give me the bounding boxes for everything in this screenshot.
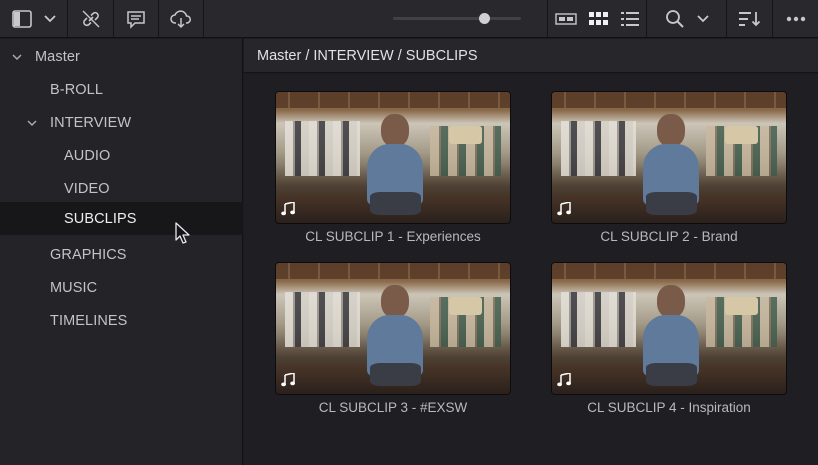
- music-note-icon: [281, 373, 295, 387]
- chevron-down-icon[interactable]: [696, 15, 709, 23]
- clip-thumbnail[interactable]: [275, 91, 511, 224]
- bin-sidebar: Master B-ROLL INTERVIEW AUDIO VIDEO SUBC…: [0, 39, 243, 465]
- clip-grid: CL SUBCLIP 1 - Experiences CL SUBCLIP 2 …: [244, 74, 818, 465]
- thumbnail-view-icon[interactable]: [589, 12, 609, 26]
- metadata-button[interactable]: [114, 0, 159, 38]
- search-group[interactable]: [647, 0, 727, 38]
- clip-thumbnail[interactable]: [551, 91, 787, 224]
- unlink-icon[interactable]: [81, 9, 101, 29]
- clip-thumbnail[interactable]: [275, 262, 511, 395]
- list-view-icon[interactable]: [621, 12, 639, 26]
- tree-item-interview[interactable]: INTERVIEW: [0, 106, 243, 139]
- music-note-icon: [557, 202, 571, 216]
- more-options-icon[interactable]: [786, 16, 806, 22]
- clip-name: CL SUBCLIP 2 - Brand: [600, 229, 738, 244]
- clip-thumbnail[interactable]: [551, 262, 787, 395]
- mouse-cursor-icon: [175, 222, 190, 244]
- clip-name: CL SUBCLIP 3 - #EXSW: [318, 400, 468, 415]
- metadata-icon[interactable]: [126, 9, 146, 29]
- tree-item-timelines[interactable]: TIMELINES: [0, 304, 243, 337]
- tree-item-label: Master: [35, 48, 80, 65]
- chevron-down-icon[interactable]: [27, 118, 37, 128]
- view-mode-group: [547, 0, 647, 38]
- breadcrumb: Master / INTERVIEW / SUBCLIPS: [244, 39, 818, 73]
- toolbar: [0, 0, 818, 38]
- music-note-icon: [557, 373, 571, 387]
- sort-icon[interactable]: [738, 10, 761, 28]
- music-note-icon: [281, 202, 295, 216]
- clip-name: CL SUBCLIP 1 - Experiences: [305, 229, 481, 244]
- sidebar-toggle-group[interactable]: [0, 0, 68, 38]
- cloud-sync-icon[interactable]: [170, 9, 192, 29]
- tree-item-label: AUDIO: [64, 147, 111, 164]
- sidebar-toggle-icon[interactable]: [11, 10, 32, 28]
- tree-item-music[interactable]: MUSIC: [0, 271, 243, 304]
- zoom-slider-thumb[interactable]: [479, 13, 490, 24]
- tree-item-label: B-ROLL: [50, 81, 103, 98]
- chevron-down-icon[interactable]: [43, 15, 56, 23]
- unlink-button[interactable]: [68, 0, 114, 38]
- tree-item-master[interactable]: Master: [0, 40, 243, 73]
- tree-item-label: GRAPHICS: [50, 246, 127, 263]
- tree-item-label: SUBCLIPS: [64, 210, 137, 227]
- cloud-sync-button[interactable]: [159, 0, 204, 38]
- search-icon[interactable]: [665, 9, 685, 29]
- tree-item-b-roll[interactable]: B-ROLL: [0, 73, 243, 106]
- tree-item-label: INTERVIEW: [50, 114, 132, 131]
- more-options-button[interactable]: [773, 0, 818, 38]
- tree-item-graphics[interactable]: GRAPHICS: [0, 238, 243, 271]
- tree-item-label: MUSIC: [50, 279, 98, 296]
- tree-item-audio[interactable]: AUDIO: [0, 139, 243, 172]
- tree-item-subclips[interactable]: SUBCLIPS: [0, 202, 243, 235]
- sort-button[interactable]: [727, 0, 773, 38]
- tree-item-label: VIDEO: [64, 180, 110, 197]
- tree-item-video[interactable]: VIDEO: [0, 172, 243, 205]
- strip-view-icon[interactable]: [555, 12, 577, 26]
- chevron-down-icon[interactable]: [12, 52, 22, 62]
- tree-item-label: TIMELINES: [50, 312, 128, 329]
- zoom-slider-track[interactable]: [393, 17, 521, 20]
- clip-name: CL SUBCLIP 4 - Inspiration: [587, 400, 751, 415]
